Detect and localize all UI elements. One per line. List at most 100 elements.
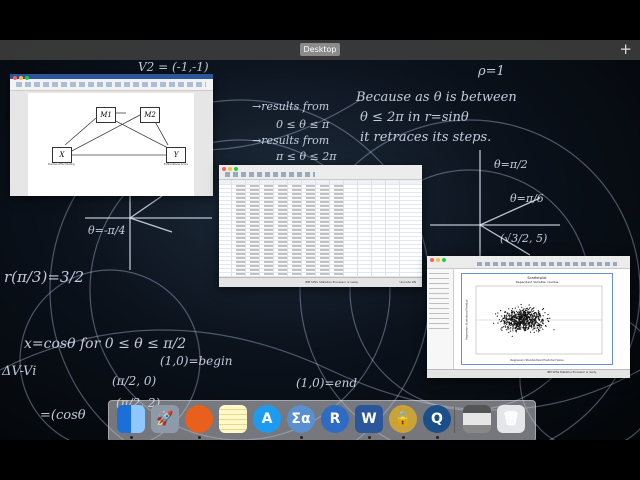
grid-cell[interactable] xyxy=(334,264,343,267)
grid-cell[interactable] xyxy=(292,228,301,231)
grid-cell[interactable] xyxy=(278,268,287,271)
window-close-button[interactable] xyxy=(430,258,434,262)
grid-cell[interactable] xyxy=(320,228,329,231)
grid-cell[interactable] xyxy=(278,224,287,227)
grid-cell[interactable] xyxy=(250,268,259,271)
grid-cell[interactable] xyxy=(320,264,329,267)
grid-cell[interactable] xyxy=(278,248,287,251)
grid-cell[interactable] xyxy=(334,212,343,215)
keychain-icon[interactable]: 🔒 xyxy=(389,405,417,433)
grid-cell[interactable] xyxy=(306,240,315,243)
grid-cell[interactable] xyxy=(236,200,245,203)
grid-cell[interactable] xyxy=(306,220,315,223)
grid-cell[interactable] xyxy=(278,200,287,203)
grid-cell[interactable] xyxy=(306,204,315,207)
grid-cell[interactable] xyxy=(306,264,315,267)
grid-cell[interactable] xyxy=(264,216,273,219)
grid-cell[interactable] xyxy=(236,240,245,243)
grid-cell[interactable] xyxy=(306,236,315,239)
grid-cell[interactable] xyxy=(320,272,329,275)
grid-cell[interactable] xyxy=(292,188,301,191)
grid-cell[interactable] xyxy=(264,252,273,255)
grid-cell[interactable] xyxy=(320,204,329,207)
grid-cell[interactable] xyxy=(264,264,273,267)
grid-cell[interactable] xyxy=(250,256,259,259)
grid-cell[interactable] xyxy=(278,212,287,215)
grid-cell[interactable] xyxy=(334,188,343,191)
grid-cell[interactable] xyxy=(236,268,245,271)
scatterplot-chart[interactable]: Scatterplot Dependent Variable: residue … xyxy=(461,273,613,365)
grid-cell[interactable] xyxy=(292,240,301,243)
window-close-button[interactable] xyxy=(222,167,226,171)
grid-cell[interactable] xyxy=(306,252,315,255)
grid-cell[interactable] xyxy=(236,264,245,267)
grid-cell[interactable] xyxy=(236,260,245,263)
grid-cell[interactable] xyxy=(278,272,287,275)
grid-cell[interactable] xyxy=(320,248,329,251)
spss-icon[interactable]: Σα xyxy=(287,405,315,433)
finder-icon[interactable] xyxy=(117,405,145,433)
app-store-icon[interactable]: A xyxy=(253,405,281,433)
grid-cell[interactable] xyxy=(306,260,315,263)
grid-cell[interactable] xyxy=(236,248,245,251)
grid-cell[interactable] xyxy=(264,200,273,203)
printer-icon[interactable] xyxy=(463,405,491,433)
grid-cell[interactable] xyxy=(264,232,273,235)
grid-cell[interactable] xyxy=(278,216,287,219)
grid-cell[interactable] xyxy=(264,184,273,187)
grid-cell[interactable] xyxy=(334,204,343,207)
grid-cell[interactable] xyxy=(292,256,301,259)
grid-cell[interactable] xyxy=(334,240,343,243)
window-zoom-button[interactable] xyxy=(442,258,446,262)
grid-cell[interactable] xyxy=(250,192,259,195)
notes-icon[interactable] xyxy=(219,405,247,433)
spss-data-editor-window[interactable]: IBM SPSS Statistics Processor is ready U… xyxy=(219,165,422,287)
grid-cell[interactable] xyxy=(292,236,301,239)
grid-cell[interactable] xyxy=(320,216,329,219)
grid-cell[interactable] xyxy=(278,232,287,235)
grid-cell[interactable] xyxy=(320,244,329,247)
grid-cell[interactable] xyxy=(334,256,343,259)
grid-cell[interactable] xyxy=(306,256,315,259)
output-outline-pane[interactable] xyxy=(427,269,454,369)
grid-cell[interactable] xyxy=(236,184,245,187)
grid-cell[interactable] xyxy=(264,260,273,263)
window-close-button[interactable] xyxy=(13,76,17,80)
grid-cell[interactable] xyxy=(306,272,315,275)
grid-cell[interactable] xyxy=(306,244,315,247)
grid-cell[interactable] xyxy=(306,212,315,215)
grid-cell[interactable] xyxy=(320,220,329,223)
grid-cell[interactable] xyxy=(334,208,343,211)
grid-cell[interactable] xyxy=(320,196,329,199)
grid-cell[interactable] xyxy=(334,224,343,227)
grid-cell[interactable] xyxy=(320,200,329,203)
grid-cell[interactable] xyxy=(236,212,245,215)
grid-cell[interactable] xyxy=(292,224,301,227)
quicktime-icon[interactable]: Q xyxy=(423,405,451,433)
grid-cell[interactable] xyxy=(320,212,329,215)
grid-cell[interactable] xyxy=(236,232,245,235)
grid-cell[interactable] xyxy=(278,192,287,195)
grid-cell[interactable] xyxy=(334,196,343,199)
grid-cell[interactable] xyxy=(334,252,343,255)
grid-cell[interactable] xyxy=(250,212,259,215)
grid-cell[interactable] xyxy=(320,224,329,227)
trash-icon[interactable]: 🗑 xyxy=(497,405,525,433)
grid-cell[interactable] xyxy=(250,208,259,211)
grid-cell[interactable] xyxy=(334,248,343,251)
grid-cell[interactable] xyxy=(292,212,301,215)
add-desktop-button[interactable]: + xyxy=(619,41,632,58)
word-window[interactable]: X M1 M2 Y Positive Affect Rating Bi-Narr… xyxy=(10,74,213,196)
grid-cell[interactable] xyxy=(250,196,259,199)
grid-cell[interactable] xyxy=(306,192,315,195)
window-zoom-button[interactable] xyxy=(234,167,238,171)
grid-cell[interactable] xyxy=(236,228,245,231)
grid-cell[interactable] xyxy=(292,244,301,247)
grid-cell[interactable] xyxy=(320,192,329,195)
window-minimize-button[interactable] xyxy=(436,258,440,262)
window-zoom-button[interactable] xyxy=(25,76,29,80)
grid-cell[interactable] xyxy=(264,212,273,215)
grid-cell[interactable] xyxy=(264,188,273,191)
grid-cell[interactable] xyxy=(320,268,329,271)
grid-cell[interactable] xyxy=(250,220,259,223)
